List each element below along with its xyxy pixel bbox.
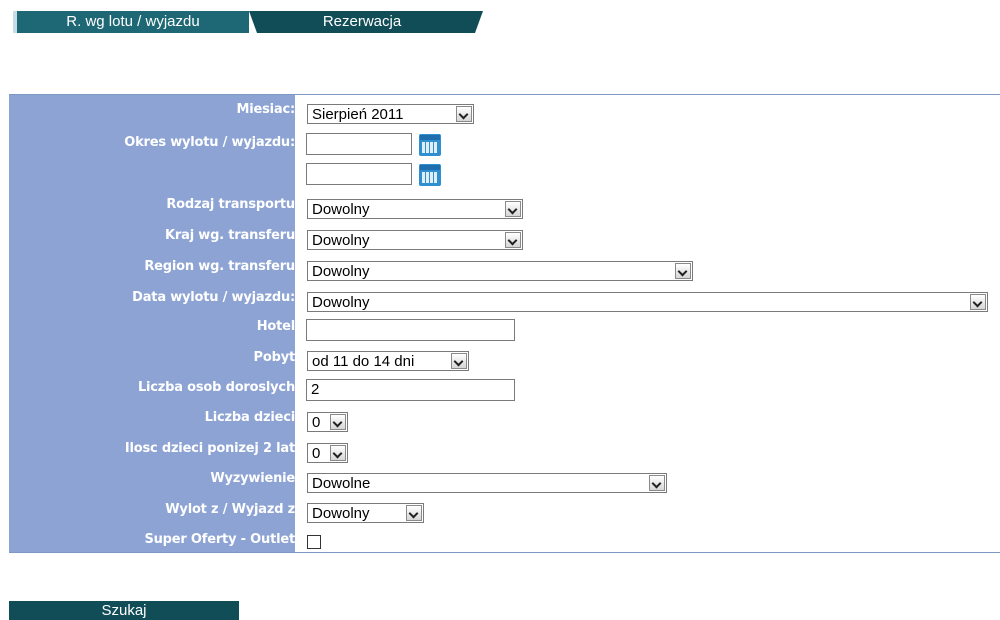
- label-kraj: Kraj wg. transferu: [165, 228, 295, 243]
- label-dorosli: Liczba osob doroslych: [137, 380, 295, 395]
- label-data-wylotu: Data wylotu / wyjazdu:: [132, 290, 295, 305]
- field-column: Sierpień 2011 Dowolny Dowolny Dowolny Do…: [298, 95, 1000, 552]
- tab-flight-search-label: R. wg lotu / wyjazdu: [66, 13, 200, 30]
- label-outlet: Super Oferty - Outlet: [144, 532, 295, 547]
- miesiac-value: Sierpień 2011: [312, 106, 404, 123]
- dorosli-input[interactable]: 2: [306, 379, 515, 401]
- dzieci-2-value: 0: [312, 445, 321, 462]
- label-okres: Okres wylotu / wyjazdu:: [124, 135, 295, 150]
- pobyt-value: od 11 do 14 dni: [312, 353, 415, 370]
- chevron-down-icon[interactable]: [505, 232, 521, 248]
- chevron-down-icon[interactable]: [649, 475, 665, 491]
- okres-from-input[interactable]: [306, 133, 412, 155]
- chevron-down-icon[interactable]: [330, 445, 346, 461]
- tab-flight-search[interactable]: R. wg lotu / wyjazdu: [13, 11, 257, 33]
- kraj-value: Dowolny: [312, 232, 370, 249]
- calendar-icon[interactable]: [419, 134, 441, 156]
- kraj-select[interactable]: Dowolny: [307, 230, 523, 250]
- label-dzieci-2: Ilosc dzieci ponizej 2 lat: [124, 441, 295, 456]
- calendar-icon[interactable]: [419, 164, 441, 186]
- wylot-z-value: Dowolny: [312, 505, 370, 522]
- chevron-down-icon[interactable]: [675, 263, 691, 279]
- region-value: Dowolny: [312, 263, 370, 280]
- chevron-down-icon[interactable]: [451, 353, 467, 369]
- dzieci-value: 0: [312, 414, 321, 431]
- tab-reservation-label: Rezerwacja: [322, 13, 402, 30]
- pobyt-select[interactable]: od 11 do 14 dni: [307, 351, 469, 371]
- okres-to-input[interactable]: [306, 163, 412, 185]
- wyzywienie-select[interactable]: Dowolne: [307, 473, 667, 493]
- data-wylotu-value: Dowolny: [312, 294, 370, 311]
- chevron-down-icon[interactable]: [970, 294, 986, 310]
- chevron-down-icon[interactable]: [456, 106, 472, 122]
- search-form: Miesiac: Okres wylotu / wyjazdu: Rodzaj …: [9, 94, 1000, 553]
- label-column: Miesiac: Okres wylotu / wyjazdu: Rodzaj …: [9, 95, 295, 552]
- label-miesiac: Miesiac:: [236, 102, 296, 117]
- label-transport: Rodzaj transportu: [166, 197, 295, 212]
- chevron-down-icon[interactable]: [330, 414, 346, 430]
- miesiac-select[interactable]: Sierpień 2011: [307, 104, 474, 124]
- hotel-input[interactable]: [306, 319, 515, 341]
- transport-select[interactable]: Dowolny: [307, 199, 523, 219]
- transport-value: Dowolny: [312, 201, 370, 218]
- label-region: Region wg. transferu: [144, 259, 295, 274]
- dzieci-2-select[interactable]: 0: [307, 443, 348, 463]
- label-hotel: Hotel: [256, 319, 296, 334]
- region-select[interactable]: Dowolny: [307, 261, 693, 281]
- outlet-checkbox[interactable]: [307, 535, 321, 549]
- tab-reservation[interactable]: Rezerwacja: [249, 11, 483, 33]
- search-button[interactable]: Szukaj: [9, 601, 239, 620]
- label-wylot-z: Wylot z / Wyjazd z: [165, 502, 295, 517]
- label-pobyt: Pobyt: [253, 350, 296, 365]
- chevron-down-icon[interactable]: [406, 505, 422, 521]
- label-wyzywienie: Wyzywienie: [210, 471, 295, 486]
- wyzywienie-value: Dowolne: [312, 475, 371, 492]
- chevron-down-icon[interactable]: [505, 201, 521, 217]
- data-wylotu-select[interactable]: Dowolny: [307, 292, 988, 312]
- dzieci-select[interactable]: 0: [307, 412, 348, 432]
- label-dzieci: Liczba dzieci: [204, 410, 296, 425]
- wylot-z-select[interactable]: Dowolny: [307, 503, 424, 523]
